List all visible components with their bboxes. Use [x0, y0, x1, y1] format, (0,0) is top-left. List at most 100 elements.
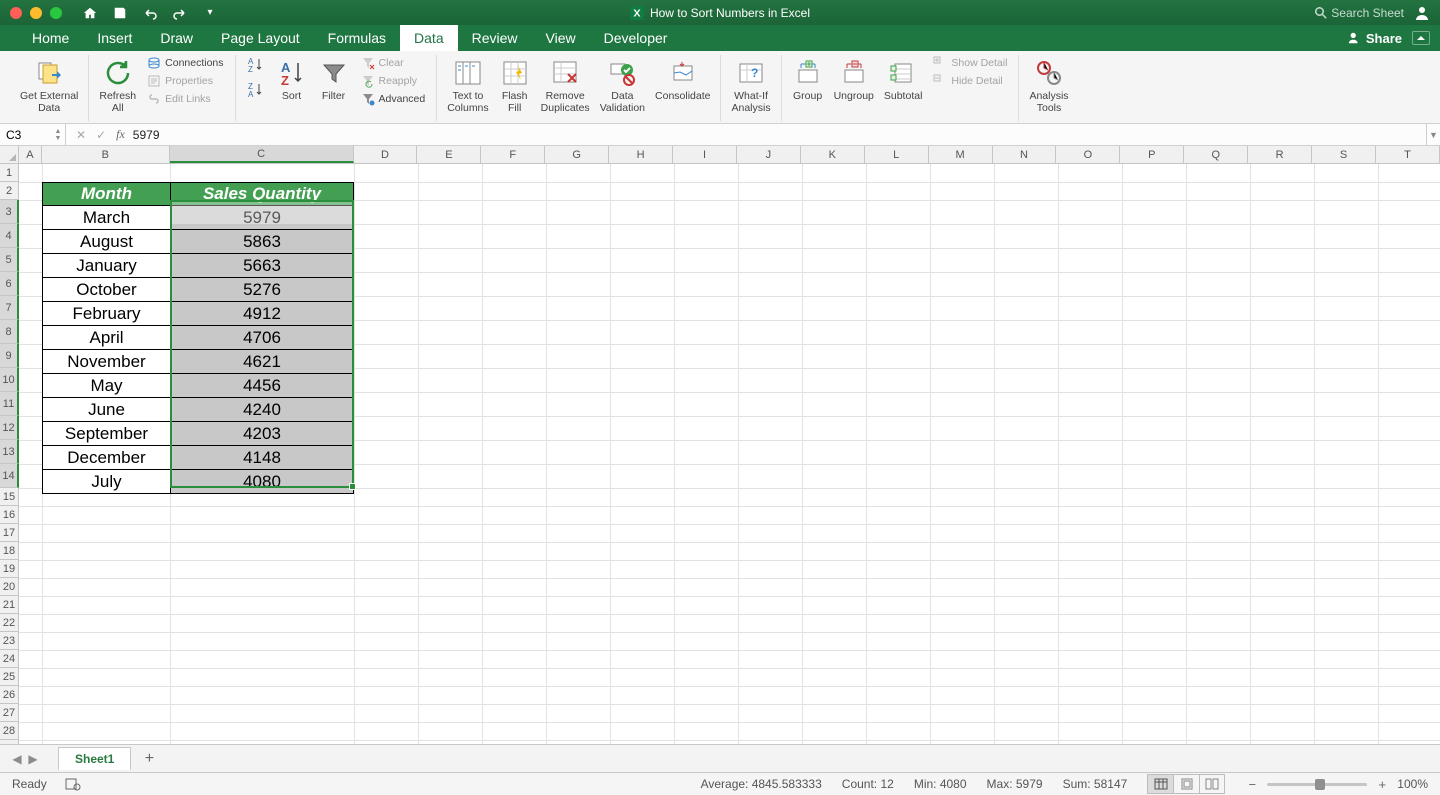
- column-header-M[interactable]: M: [929, 146, 993, 163]
- table-row[interactable]: October5276: [43, 277, 353, 301]
- get-external-data-button[interactable]: Get External Data: [18, 55, 80, 116]
- menu-data[interactable]: Data: [400, 25, 458, 51]
- remove-duplicates-button[interactable]: Remove Duplicates: [539, 55, 592, 116]
- confirm-formula-icon[interactable]: ✓: [96, 128, 106, 142]
- cell-month[interactable]: September: [43, 422, 171, 445]
- worksheet[interactable]: ABCDEFGHIJKLMNOPQRST 1234567891011121314…: [0, 146, 1440, 744]
- table-row[interactable]: September4203: [43, 421, 353, 445]
- row-header-4[interactable]: 4: [0, 224, 19, 248]
- flash-fill-button[interactable]: Flash Fill: [497, 55, 533, 116]
- sheet-tab-sheet1[interactable]: Sheet1: [58, 747, 131, 770]
- cell-sales[interactable]: 5979: [171, 206, 353, 229]
- table-row[interactable]: November4621: [43, 349, 353, 373]
- share-button[interactable]: Share: [1348, 31, 1402, 46]
- row-header-28[interactable]: 28: [0, 722, 19, 740]
- table-row[interactable]: December4148: [43, 445, 353, 469]
- cell-sales[interactable]: 4621: [171, 350, 353, 373]
- cell-month[interactable]: July: [43, 470, 171, 493]
- cell-sales[interactable]: 4240: [171, 398, 353, 421]
- row-header-12[interactable]: 12: [0, 416, 19, 440]
- column-header-N[interactable]: N: [993, 146, 1057, 163]
- row-header-15[interactable]: 15: [0, 488, 19, 506]
- undo-icon[interactable]: [142, 5, 158, 21]
- row-header-19[interactable]: 19: [0, 560, 19, 578]
- group-button[interactable]: Group: [790, 55, 826, 105]
- close-window[interactable]: [10, 7, 22, 19]
- sort-button[interactable]: AZ Sort: [274, 55, 310, 105]
- row-header-29[interactable]: 29: [0, 740, 19, 744]
- menu-view[interactable]: View: [532, 25, 590, 51]
- tab-nav-prev[interactable]: ◀: [12, 752, 22, 766]
- table-row[interactable]: August5863: [43, 229, 353, 253]
- formula-value[interactable]: 5979: [133, 128, 160, 142]
- view-normal-button[interactable]: [1147, 774, 1173, 794]
- consolidate-button[interactable]: Consolidate: [653, 55, 712, 105]
- row-header-11[interactable]: 11: [0, 392, 19, 416]
- row-header-21[interactable]: 21: [0, 596, 19, 614]
- cell-month[interactable]: October: [43, 278, 171, 301]
- cell-sales[interactable]: 4456: [171, 374, 353, 397]
- row-header-9[interactable]: 9: [0, 344, 19, 368]
- column-header-R[interactable]: R: [1248, 146, 1312, 163]
- cell-sales[interactable]: 4148: [171, 446, 353, 469]
- column-header-E[interactable]: E: [417, 146, 481, 163]
- user-icon[interactable]: [1414, 5, 1430, 21]
- column-header-J[interactable]: J: [737, 146, 801, 163]
- menu-page-layout[interactable]: Page Layout: [207, 25, 314, 51]
- cell-month[interactable]: February: [43, 302, 171, 325]
- table-row[interactable]: June4240: [43, 397, 353, 421]
- menu-home[interactable]: Home: [18, 25, 83, 51]
- cell-month[interactable]: December: [43, 446, 171, 469]
- cell-sales[interactable]: 5863: [171, 230, 353, 253]
- search-sheet[interactable]: Search Sheet: [1315, 6, 1404, 20]
- table-header-sales[interactable]: Sales Quantity: [171, 183, 353, 205]
- view-page-break-button[interactable]: [1199, 774, 1225, 794]
- select-all-button[interactable]: [0, 146, 19, 163]
- menu-review[interactable]: Review: [458, 25, 532, 51]
- menu-draw[interactable]: Draw: [146, 25, 207, 51]
- collapse-ribbon-button[interactable]: [1412, 31, 1430, 45]
- column-header-K[interactable]: K: [801, 146, 865, 163]
- subtotal-button[interactable]: Subtotal: [882, 55, 925, 105]
- row-header-17[interactable]: 17: [0, 524, 19, 542]
- column-header-L[interactable]: L: [865, 146, 929, 163]
- fx-icon[interactable]: fx: [116, 127, 125, 142]
- analysis-tools-button[interactable]: Analysis Tools: [1027, 55, 1070, 116]
- row-header-3[interactable]: 3: [0, 200, 19, 224]
- row-header-27[interactable]: 27: [0, 704, 19, 722]
- column-header-F[interactable]: F: [481, 146, 545, 163]
- advanced-filter-button[interactable]: Advanced: [358, 91, 429, 107]
- column-header-S[interactable]: S: [1312, 146, 1376, 163]
- column-header-C[interactable]: C: [170, 146, 354, 163]
- ungroup-button[interactable]: Ungroup: [832, 55, 876, 105]
- zoom-slider[interactable]: [1267, 783, 1367, 786]
- column-header-O[interactable]: O: [1056, 146, 1120, 163]
- save-icon[interactable]: [112, 5, 128, 21]
- cell-sales[interactable]: 5276: [171, 278, 353, 301]
- column-header-P[interactable]: P: [1120, 146, 1184, 163]
- menu-insert[interactable]: Insert: [83, 25, 146, 51]
- table-row[interactable]: February4912: [43, 301, 353, 325]
- cell-month[interactable]: March: [43, 206, 171, 229]
- cell-month[interactable]: June: [43, 398, 171, 421]
- column-header-H[interactable]: H: [609, 146, 673, 163]
- column-header-G[interactable]: G: [545, 146, 609, 163]
- row-header-20[interactable]: 20: [0, 578, 19, 596]
- cell-sales[interactable]: 5663: [171, 254, 353, 277]
- row-header-1[interactable]: 1: [0, 164, 19, 182]
- row-header-6[interactable]: 6: [0, 272, 19, 296]
- macro-record-icon[interactable]: [65, 777, 81, 791]
- table-header-month[interactable]: Month: [43, 183, 171, 205]
- row-header-5[interactable]: 5: [0, 248, 19, 272]
- row-header-22[interactable]: 22: [0, 614, 19, 632]
- column-header-A[interactable]: A: [19, 146, 42, 163]
- cancel-formula-icon[interactable]: ✕: [76, 128, 86, 142]
- column-header-D[interactable]: D: [354, 146, 418, 163]
- connections-button[interactable]: Connections: [144, 55, 226, 71]
- table-row[interactable]: July4080: [43, 469, 353, 493]
- sort-asc-button[interactable]: AZ: [244, 55, 268, 75]
- row-header-26[interactable]: 26: [0, 686, 19, 704]
- cell-sales[interactable]: 4912: [171, 302, 353, 325]
- cell-month[interactable]: May: [43, 374, 171, 397]
- view-page-layout-button[interactable]: [1173, 774, 1199, 794]
